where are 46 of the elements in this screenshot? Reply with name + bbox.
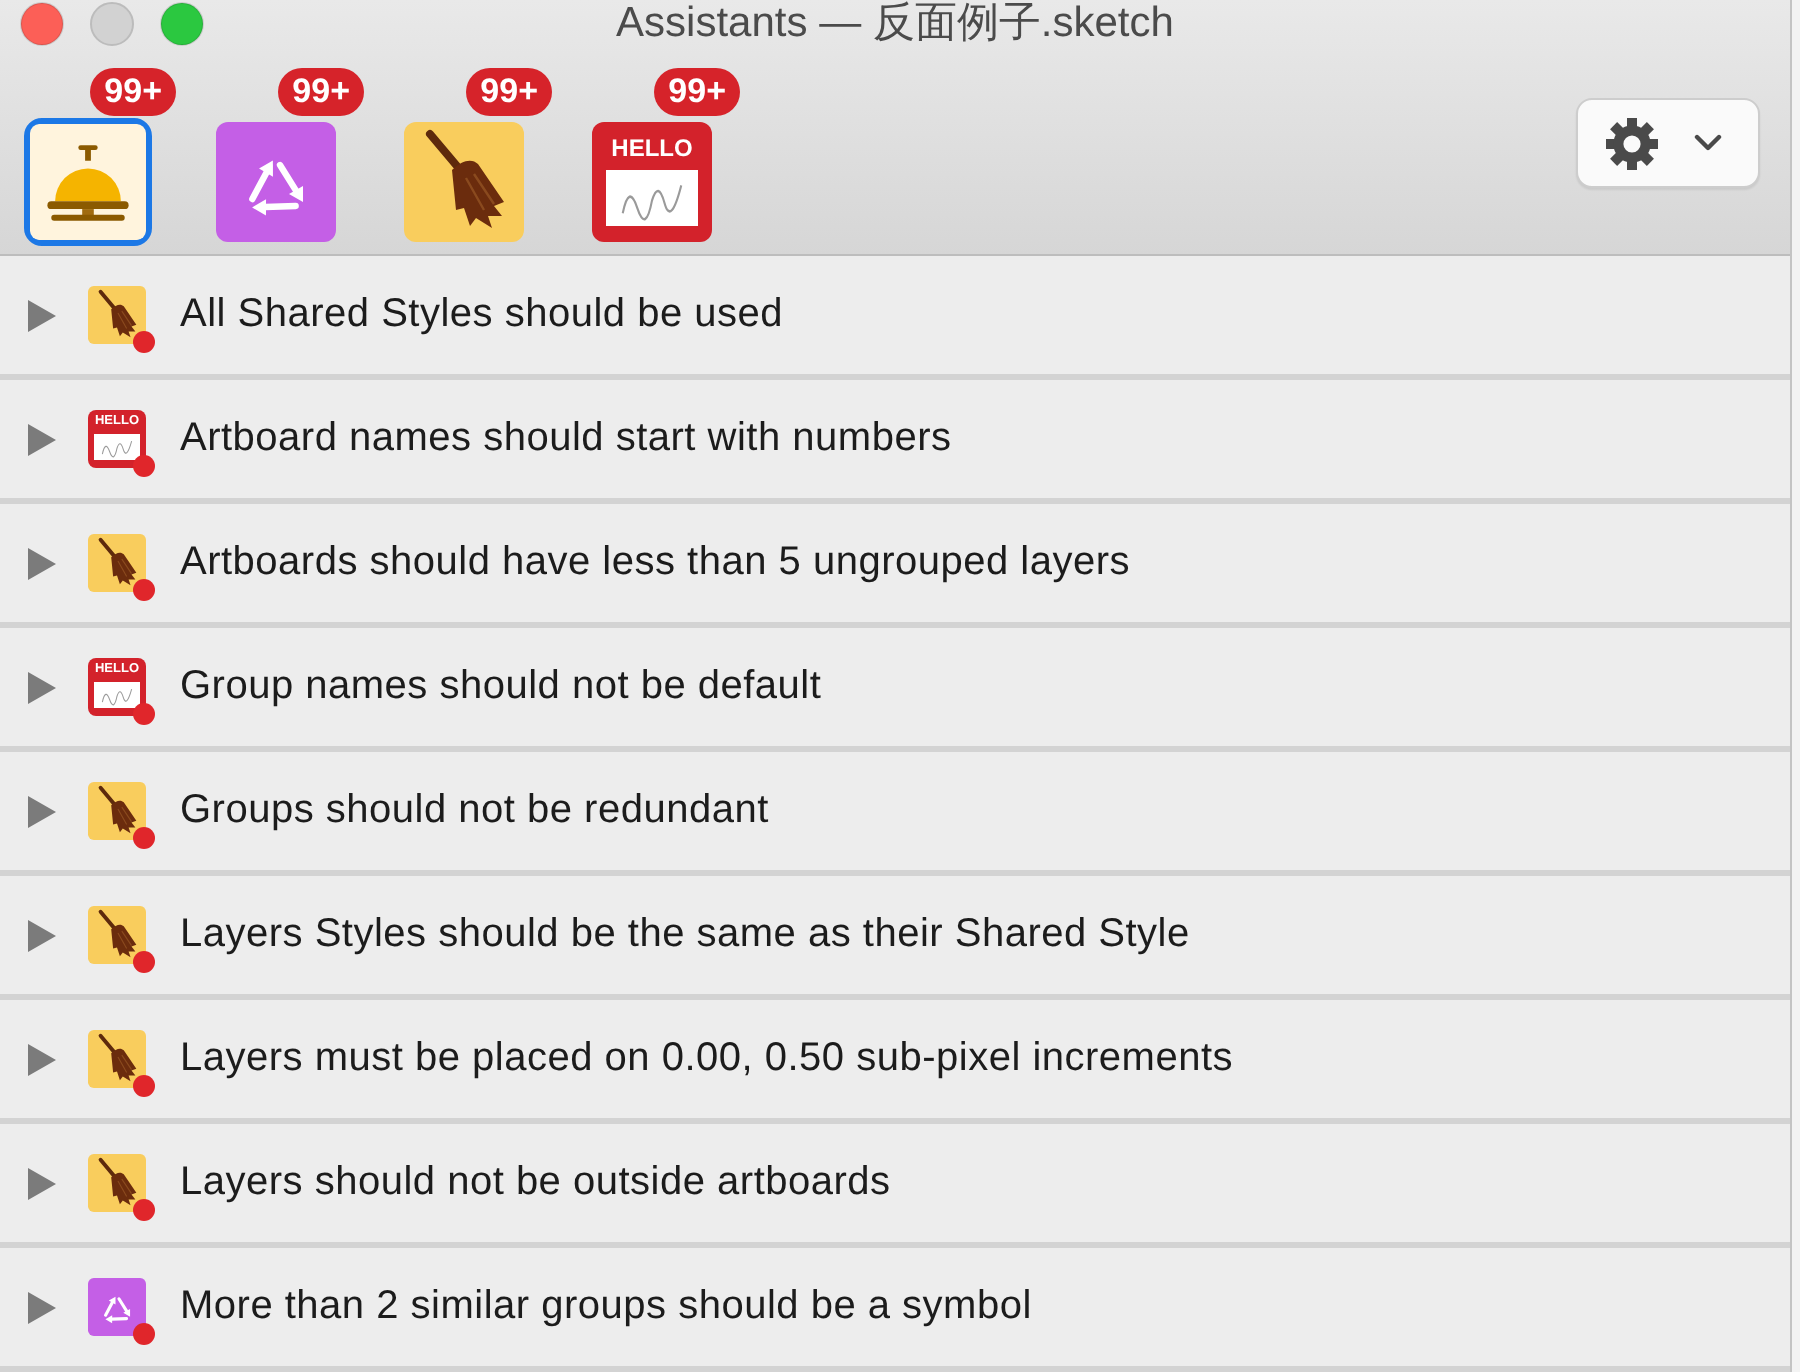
count-badge: 99+ [90, 68, 176, 116]
broom-icon [88, 534, 146, 592]
scribble-icon [94, 433, 140, 459]
count-badge: 99+ [278, 68, 364, 116]
assistant-button[interactable]: HELLO [592, 122, 712, 242]
count-badge: 99+ [654, 68, 740, 116]
assistant-button[interactable] [404, 122, 524, 242]
disclosure-triangle-icon[interactable] [28, 423, 56, 455]
broom-icon [88, 1030, 146, 1088]
disclosure-triangle-icon[interactable] [28, 1043, 56, 1075]
count-badge: 99+ [466, 68, 552, 116]
disclosure-triangle-icon[interactable] [28, 919, 56, 951]
scribble-icon [94, 681, 140, 707]
rule-label: More than 2 similar groups should be a symbol [180, 1284, 1032, 1330]
rule-label: Artboards should have less than 5 ungrouped layers [180, 540, 1131, 586]
broom-icon [88, 286, 146, 344]
rule-label: Group names should not be default [180, 664, 822, 710]
assistant-button[interactable] [216, 122, 336, 242]
broom-icon [404, 122, 524, 242]
recycle-icon [216, 122, 336, 242]
rule-label: All Shared Styles should be used [180, 292, 784, 338]
disclosure-triangle-icon[interactable] [28, 1167, 56, 1199]
broom-icon [88, 782, 146, 840]
broom-icon [88, 906, 146, 964]
close-button[interactable] [20, 2, 64, 46]
disclosure-triangle-icon[interactable] [28, 795, 56, 827]
rule-label: Groups should not be redundant [180, 788, 769, 834]
rule-label: Artboard names should start with numbers [180, 416, 952, 462]
scribble-icon [606, 170, 698, 226]
disclosure-triangle-icon[interactable] [28, 299, 56, 331]
zoom-button[interactable] [160, 2, 204, 46]
window-title: Assistants — 反面例子.sketch [616, 0, 1174, 48]
gear-icon [1604, 115, 1660, 171]
rule-label: Layers should not be outside artboards [180, 1160, 891, 1206]
settings-button[interactable] [1576, 98, 1760, 188]
rule-label: Layers must be placed on 0.00, 0.50 sub-pixel increments [180, 1036, 1234, 1082]
chevron-icon [1694, 134, 1722, 152]
disclosure-triangle-icon[interactable] [28, 671, 56, 703]
disclosure-triangle-icon[interactable] [28, 547, 56, 579]
assistant-button[interactable] [24, 118, 152, 246]
name-tag-text: HELLO [611, 136, 693, 160]
recycle-icon [88, 1278, 146, 1336]
bell-icon [30, 124, 146, 240]
disclosure-triangle-icon[interactable] [28, 1291, 56, 1323]
broom-icon [88, 1154, 146, 1212]
rule-label: Layers Styles should be the same as their Shared Style [180, 912, 1190, 958]
